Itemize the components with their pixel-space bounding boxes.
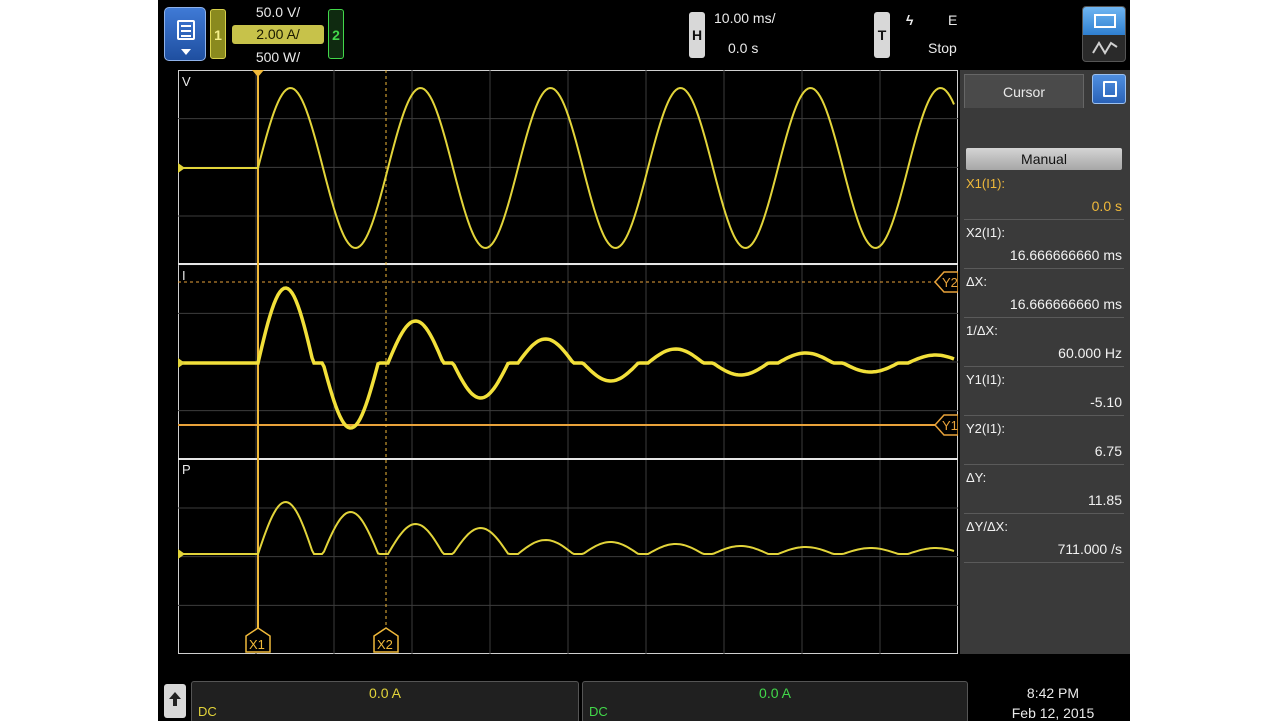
main-menu-button[interactable] <box>164 7 206 61</box>
panel-menu-icon <box>1103 81 1117 97</box>
tab-cursor[interactable]: Cursor <box>964 74 1084 108</box>
clock-time: 8:42 PM <box>1026 685 1080 701</box>
waveform-icon <box>1092 41 1118 55</box>
channel2-badge[interactable]: 2 <box>328 9 344 59</box>
run-state[interactable]: Stop <box>928 40 957 56</box>
pane-label-power: P <box>182 462 191 477</box>
cursor-panel: Cursor Manual X1(I1): 0.0 s X2(I1): 16.6… <box>960 70 1130 654</box>
cursor-row-label: ΔY/ΔX: <box>966 519 1008 534</box>
acquire-icon <box>1094 14 1116 28</box>
cursor-row-label: X1(I1): <box>966 176 1006 191</box>
dropdown-triangle-icon <box>181 49 191 55</box>
cursor-y2-label: Y2 <box>942 275 958 290</box>
oscilloscope-screen: 1 50.0 V/ 2.00 A/ 500 W/ 2 H 10.00 ms/ 0… <box>158 0 1130 721</box>
clock-date: Feb 12, 2015 <box>1011 705 1095 721</box>
meter-2-value: 0.0 A <box>759 685 791 701</box>
cursor-row-label: ΔX: <box>966 274 987 289</box>
cursor-row-value: 16.666666660 ms <box>1009 247 1122 263</box>
cursor-row-value: 6.75 <box>1094 443 1122 459</box>
cursor-x1-label: X1 <box>249 637 265 652</box>
cursor-row-value: -5.10 <box>1090 394 1122 410</box>
meter-1-coupling: DC <box>198 704 217 719</box>
cursor-row-slope[interactable]: ΔY/ΔX: 711.000 /s <box>964 515 1124 563</box>
time-offset[interactable]: 0.0 s <box>728 40 758 56</box>
cursor-row-label: ΔY: <box>966 470 987 485</box>
scale-voltage[interactable]: 50.0 V/ <box>232 3 324 22</box>
cursor-row-label: 1/ΔX: <box>966 323 998 338</box>
cursor-row-x2[interactable]: X2(I1): 16.666666660 ms <box>964 221 1124 269</box>
cursor-y1-label: Y1 <box>942 418 958 433</box>
home-button[interactable] <box>164 684 186 718</box>
cursor-row-value: 60.000 Hz <box>1058 345 1122 361</box>
cursor-row-value: 711.000 /s <box>1057 541 1122 557</box>
meter-2-coupling: DC <box>589 704 608 719</box>
cursor-row-delta-y[interactable]: ΔY: 11.85 <box>964 466 1124 514</box>
scale-current[interactable]: 2.00 A/ <box>232 25 324 44</box>
clock: 8:42 PM Feb 12, 2015 <box>978 683 1128 721</box>
cursor-row-value: 0.0 s <box>1091 198 1122 214</box>
trigger-source[interactable]: E <box>948 12 957 28</box>
cursor-row-value: 16.666666660 ms <box>1009 296 1122 312</box>
horizontal-badge[interactable]: H <box>689 12 705 58</box>
cursor-row-label: Y2(I1): <box>966 421 1006 436</box>
scale-power[interactable]: 500 W/ <box>232 48 324 67</box>
pane-label-current: I <box>182 268 186 283</box>
menu-icon <box>177 20 195 40</box>
trigger-badge[interactable]: T <box>874 12 890 58</box>
cursor-row-x1[interactable]: X1(I1): 0.0 s <box>964 172 1124 220</box>
cursor-mode-button[interactable]: Manual <box>966 148 1122 170</box>
time-per-div[interactable]: 10.00 ms/ <box>714 10 775 26</box>
cursor-row-inverse-delta-x[interactable]: 1/ΔX: 60.000 Hz <box>964 319 1124 367</box>
meter-field-2[interactable]: 0.0 A DC <box>582 681 968 721</box>
cursor-row-value: 11.85 <box>1088 492 1122 508</box>
cursor-row-delta-x[interactable]: ΔX: 16.666666660 ms <box>964 270 1124 318</box>
cursor-row-label: Y1(I1): <box>966 372 1006 387</box>
cursor-x2-label: X2 <box>377 637 393 652</box>
panel-menu-button[interactable] <box>1092 74 1126 104</box>
trigger-slope-icon: ϟ <box>906 12 914 28</box>
meter-field-1[interactable]: 0.0 A DC <box>191 681 579 721</box>
acquire-button[interactable] <box>1082 6 1126 62</box>
pane-label-voltage: V <box>182 74 191 89</box>
home-icon <box>169 692 181 699</box>
cursor-row-label: X2(I1): <box>966 225 1006 240</box>
meter-1-value: 0.0 A <box>369 685 401 701</box>
channel1-badge[interactable]: 1 <box>210 9 226 59</box>
cursor-row-y1[interactable]: Y1(I1): -5.10 <box>964 368 1124 416</box>
cursor-row-y2[interactable]: Y2(I1): 6.75 <box>964 417 1124 465</box>
graticule[interactable]: V I P X1 X2 Y2 Y1 <box>178 70 958 654</box>
